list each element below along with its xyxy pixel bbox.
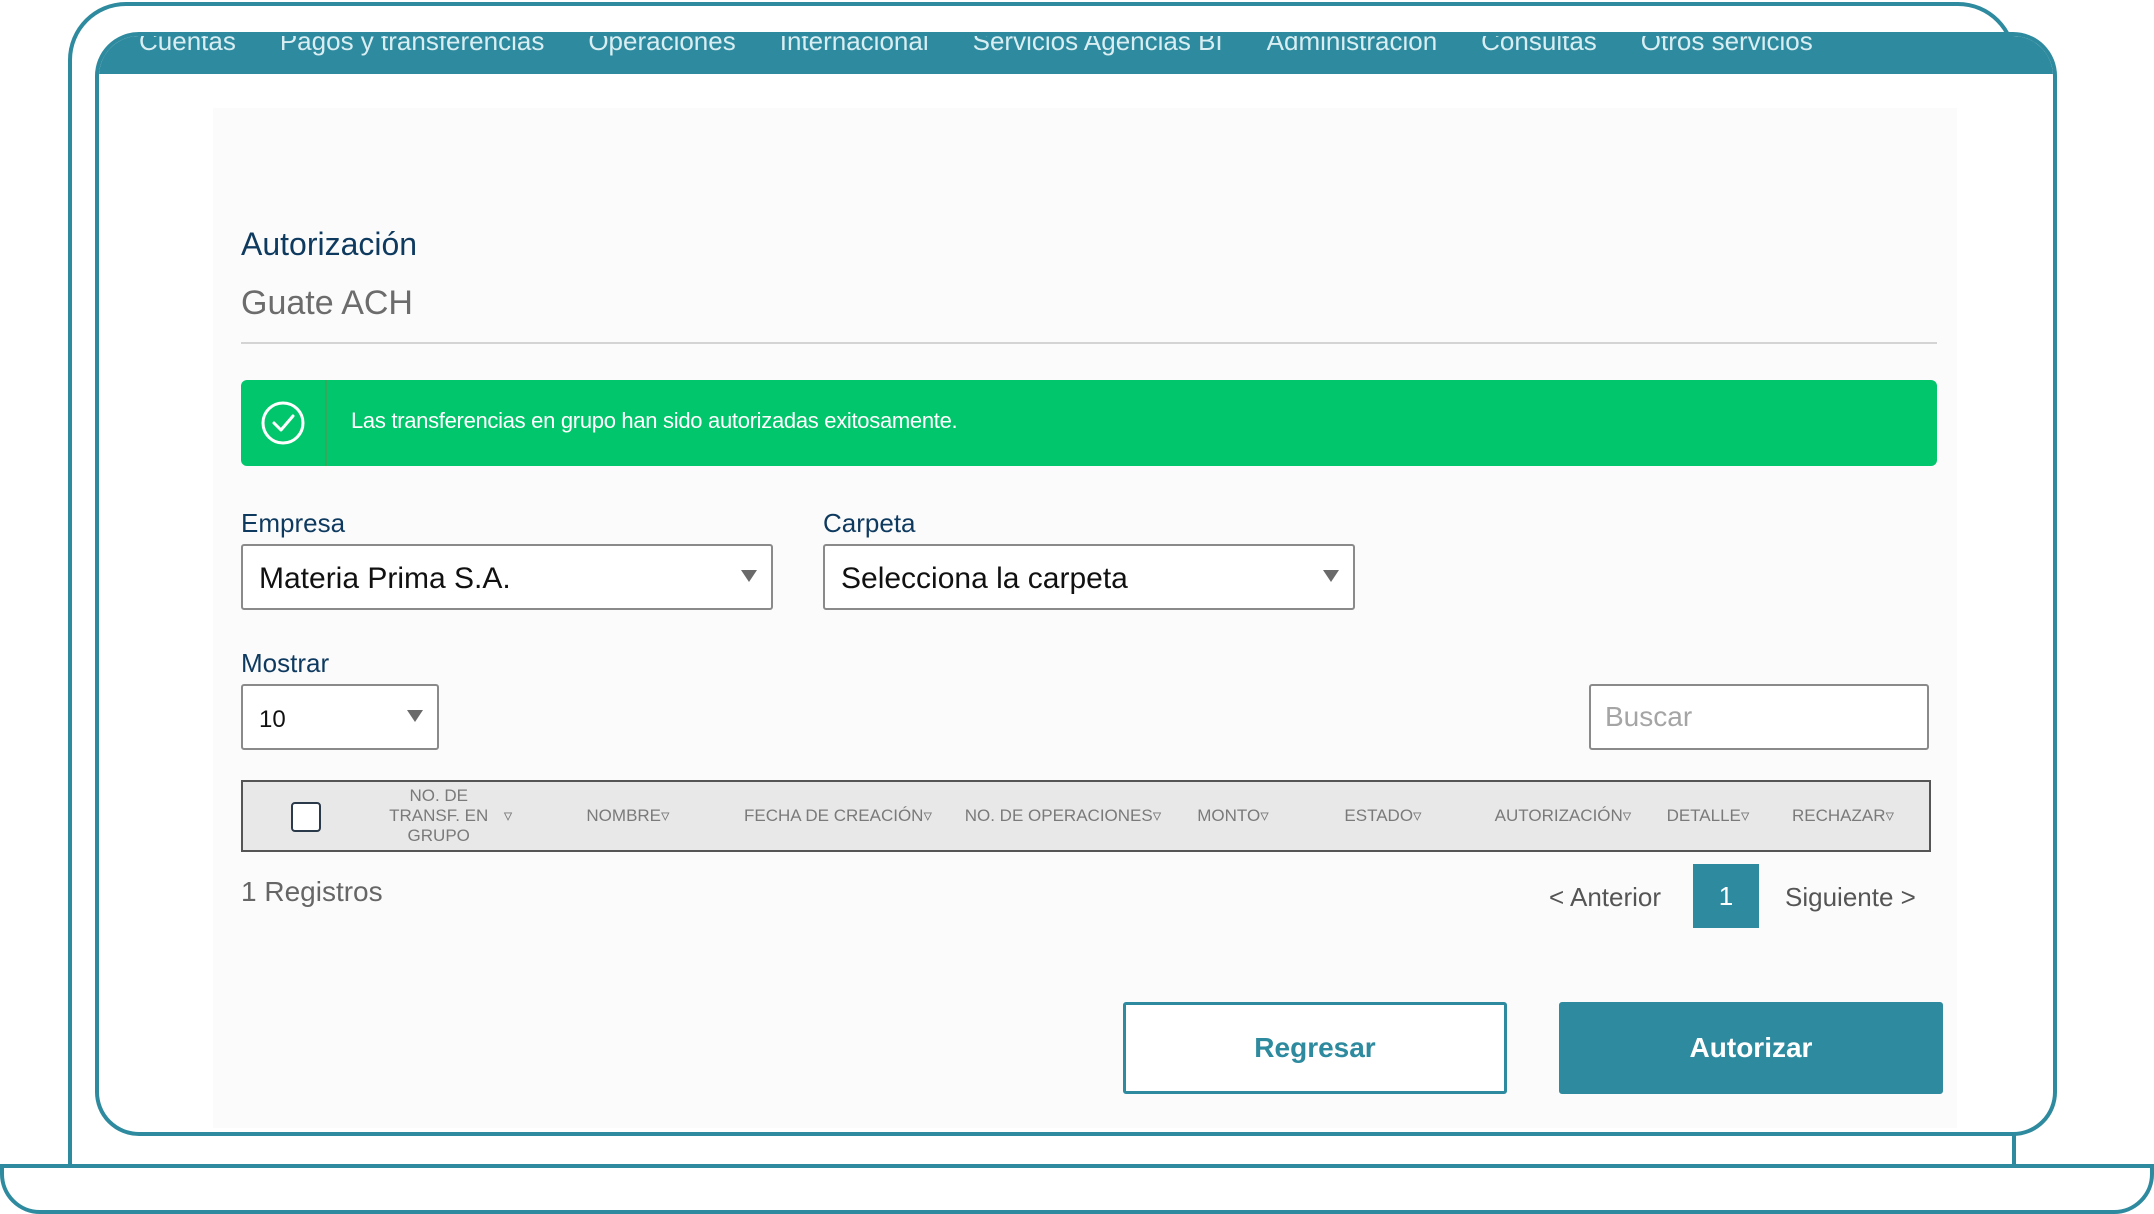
nav-item-internacional[interactable]: Internacional	[780, 36, 929, 57]
records-count: 1 Registros	[241, 876, 383, 907]
app-window: Cuentas Pagos y transferencias Operacion…	[95, 32, 2057, 1136]
pagination-prev[interactable]: < Anterior	[1549, 864, 1661, 930]
mostrar-select[interactable]: 10	[241, 684, 439, 750]
column-header-rechazar[interactable]: RECHAZAR ▿	[1773, 782, 1913, 850]
alert-icon-box	[241, 380, 327, 466]
divider	[241, 342, 1937, 344]
search-input[interactable]	[1589, 684, 1929, 750]
column-header-transf[interactable]: NO. DE TRANSF. EN GRUPO ▿	[363, 782, 523, 850]
column-header-fecha[interactable]: FECHA DE CREACIÓN ▿	[733, 782, 943, 850]
empresa-select[interactable]: Materia Prima S.A.	[241, 544, 773, 610]
page-title: Autorización	[241, 226, 418, 262]
carpeta-label: Carpeta	[823, 508, 916, 538]
mostrar-select-value: 10	[259, 706, 286, 733]
nav-item-cuentas[interactable]: Cuentas	[139, 36, 236, 57]
chevron-down-icon	[741, 570, 757, 582]
nav-item-consultas[interactable]: Consultas	[1481, 36, 1597, 57]
nav-menu: Cuentas Pagos y transferencias Operacion…	[139, 36, 1813, 57]
column-header-estado[interactable]: ESTADO ▿	[1323, 782, 1443, 850]
column-header-nombre[interactable]: NOMBRE ▿	[553, 782, 703, 850]
table-header: NO. DE TRANSF. EN GRUPO ▿ NOMBRE ▿ FECHA D…	[241, 780, 1931, 852]
mostrar-label: Mostrar	[241, 648, 330, 678]
regresar-button[interactable]: Regresar	[1123, 1002, 1507, 1094]
column-header-autorizacion[interactable]: AUTORIZACIÓN ▿	[1483, 782, 1643, 850]
top-navigation-bar: Cuentas Pagos y transferencias Operacion…	[99, 36, 2053, 74]
empresa-select-value: Materia Prima S.A.	[259, 562, 511, 595]
page-subtitle: Guate ACH	[241, 284, 413, 322]
nav-item-operaciones[interactable]: Operaciones	[588, 36, 735, 57]
autorizar-button[interactable]: Autorizar	[1559, 1002, 1943, 1094]
carpeta-select[interactable]: Selecciona la carpeta	[823, 544, 1355, 610]
check-circle-icon	[261, 401, 305, 445]
content-card	[213, 108, 1957, 1128]
nav-item-administracion[interactable]: Administración	[1267, 36, 1438, 57]
pagination-page-1[interactable]: 1	[1693, 864, 1759, 928]
pagination-next[interactable]: Siguiente >	[1785, 864, 1916, 930]
carpeta-select-value: Selecciona la carpeta	[841, 562, 1128, 595]
success-alert: Las transferencias en grupo han sido aut…	[241, 380, 1937, 466]
laptop-base	[0, 1164, 2154, 1214]
nav-item-servicios-agencias[interactable]: Servicios Agencias BI	[973, 36, 1223, 57]
chevron-down-icon	[1323, 570, 1339, 582]
empresa-label: Empresa	[241, 508, 346, 538]
nav-item-otros-servicios[interactable]: Otros servicios	[1641, 36, 1813, 57]
select-all-checkbox[interactable]	[291, 802, 321, 832]
column-header-monto[interactable]: MONTO ▿	[1183, 782, 1283, 850]
column-header-operaciones[interactable]: NO. DE OPERACIONES ▿	[953, 782, 1173, 850]
chevron-down-icon	[407, 710, 423, 722]
column-header-detalle[interactable]: DETALLE ▿	[1653, 782, 1763, 850]
alert-message: Las transferencias en grupo han sido aut…	[351, 408, 958, 433]
nav-item-pagos[interactable]: Pagos y transferencias	[280, 36, 544, 57]
